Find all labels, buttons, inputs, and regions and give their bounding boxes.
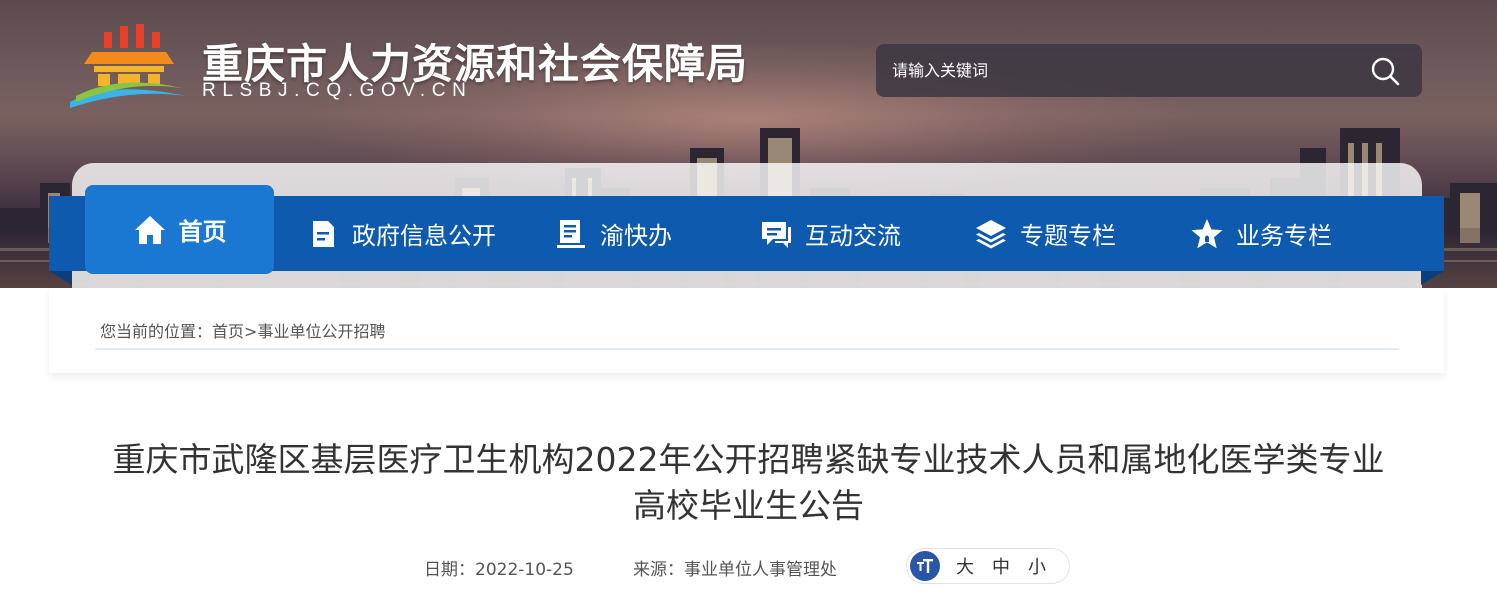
breadcrumb-current-link[interactable]: 事业单位公开招聘 (257, 322, 385, 341)
breadcrumb-separator: > (244, 322, 258, 341)
nav-item-label: 首页 (178, 218, 227, 246)
breadcrumb-home-link[interactable]: 首页 (212, 322, 244, 341)
date-value: 2022-10-25 (475, 560, 574, 580)
nav-item-interaction[interactable]: 互动交流 (759, 196, 901, 271)
nav-item-home[interactable]: 首页 (85, 185, 274, 274)
breadcrumb-divider (95, 348, 1399, 350)
date-label: 日期： (424, 560, 475, 580)
font-size-icon (910, 551, 940, 581)
article-date: 日期：2022-10-25 (424, 555, 574, 580)
font-size-large[interactable]: 大 (954, 553, 976, 579)
site-domain: RLSBJ.CQ.GOV.CN (202, 80, 473, 101)
nav-item-yukuaiban[interactable]: 渝快办 (554, 196, 672, 271)
document-icon (313, 220, 334, 247)
breadcrumb: 您当前的位置：首页>事业单位公开招聘 (100, 318, 385, 342)
home-icon (134, 215, 165, 244)
search-box (876, 44, 1422, 97)
nav-item-gov-info[interactable]: 政府信息公开 (306, 196, 496, 271)
search-input[interactable] (892, 44, 1352, 97)
breadcrumb-prefix: 您当前的位置： (100, 322, 213, 341)
font-size-small[interactable]: 小 (1026, 553, 1048, 579)
chat-icon (762, 221, 791, 248)
star-icon (1191, 218, 1223, 248)
source-value: 事业单位人事管理处 (684, 560, 837, 580)
nav-item-label: 渝快办 (600, 222, 672, 250)
layers-icon (976, 219, 1006, 248)
font-size-switcher: 大 中 小 (906, 548, 1070, 584)
article-source: 来源：事业单位人事管理处 (633, 555, 837, 580)
nav-item-label: 互动交流 (805, 222, 901, 250)
nav-item-business[interactable]: 业务专栏 (1190, 196, 1332, 271)
source-label: 来源： (633, 560, 684, 580)
bureau-logo (70, 24, 186, 108)
nav-item-special-topics[interactable]: 专题专栏 (974, 196, 1116, 271)
font-size-medium[interactable]: 中 (990, 553, 1012, 579)
nav-fold-left (49, 271, 72, 285)
search-icon[interactable] (1370, 56, 1400, 86)
nav-item-label: 政府信息公开 (352, 222, 496, 250)
service-book-icon (557, 219, 585, 248)
nav-item-label: 专题专栏 (1020, 222, 1116, 250)
nav-fold-right (1421, 271, 1444, 285)
article-title: 重庆市武隆区基层医疗卫生机构2022年公开招聘紧缺专业技术人员和属地化医学类专业… (112, 440, 1385, 525)
nav-item-label: 业务专栏 (1236, 222, 1332, 250)
